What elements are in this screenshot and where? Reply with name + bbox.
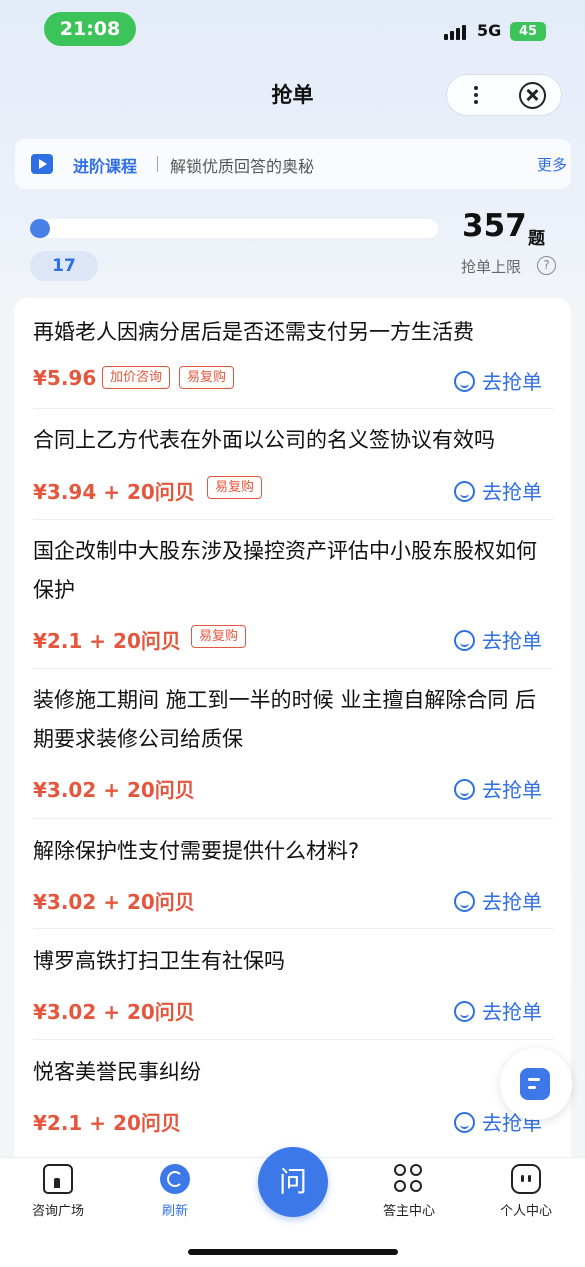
grab-label: 去抢单 bbox=[482, 480, 542, 504]
grab-progress-bar bbox=[30, 219, 438, 238]
grab-limit-value: 357 bbox=[462, 208, 527, 244]
question-text[interactable]: 博罗高铁打扫卫生有社保吗 bbox=[33, 942, 553, 981]
smile-icon bbox=[454, 1001, 475, 1022]
course-label: 进阶课程 bbox=[73, 157, 138, 176]
tag-group: 易复购 bbox=[207, 476, 271, 499]
grab-order-button[interactable]: 去抢单 bbox=[454, 625, 542, 654]
signal-icon bbox=[444, 24, 470, 40]
tab-refresh[interactable]: 刷新 bbox=[130, 1164, 220, 1219]
network-type: 5G bbox=[477, 21, 502, 40]
tag-badge: 易复购 bbox=[191, 625, 247, 648]
chat-face-icon bbox=[511, 1164, 541, 1194]
question-text[interactable]: 国企改制中大股东涉及操控资产评估中小股东股权如何保护 bbox=[33, 532, 553, 610]
tag-badge: 易复购 bbox=[179, 366, 235, 389]
question-text[interactable]: 装修施工期间 施工到一半的时候 业主擅自解除合同 后期要求装修公司给质保 bbox=[33, 681, 553, 759]
grab-order-button[interactable]: 去抢单 bbox=[454, 774, 542, 803]
grab-label: 去抢单 bbox=[482, 778, 542, 802]
grab-limit-unit: 题 bbox=[528, 229, 545, 249]
tag-group: 加价咨询 易复购 bbox=[102, 366, 243, 389]
divider bbox=[33, 519, 553, 520]
grab-progress-fill bbox=[30, 219, 50, 238]
price-text: ¥3.02 + 20问贝 bbox=[33, 890, 195, 914]
smile-icon bbox=[454, 891, 475, 912]
tag-group: 易复购 bbox=[191, 625, 255, 648]
tag-badge: 易复购 bbox=[207, 476, 263, 499]
video-play-icon bbox=[31, 154, 53, 174]
grab-order-button[interactable]: 去抢单 bbox=[454, 996, 542, 1025]
divider bbox=[33, 408, 553, 409]
price-text: ¥2.1 + 20问贝 bbox=[33, 1111, 181, 1135]
price-text: ¥3.02 + 20问贝 bbox=[33, 1000, 195, 1024]
price-text: ¥2.1 + 20问贝 bbox=[33, 629, 181, 653]
grab-order-button[interactable]: 去抢单 bbox=[454, 476, 542, 505]
refresh-icon bbox=[160, 1164, 190, 1194]
banner-more-link[interactable]: 更多 bbox=[537, 154, 567, 175]
smile-icon bbox=[454, 1112, 475, 1133]
status-time: 21:08 bbox=[44, 12, 136, 46]
divider bbox=[33, 1039, 553, 1040]
close-icon[interactable] bbox=[519, 82, 546, 109]
smile-icon bbox=[454, 630, 475, 651]
smile-icon bbox=[454, 481, 475, 502]
question-text[interactable]: 再婚老人因病分居后是否还需支付另一方生活费 bbox=[33, 313, 553, 352]
question-text[interactable]: 悦客美誉民事纠纷 bbox=[33, 1053, 553, 1092]
order-list: 再婚老人因病分居后是否还需支付另一方生活费 ¥5.96 加价咨询 易复购 去抢单 … bbox=[14, 298, 571, 1158]
divider bbox=[33, 668, 553, 669]
grab-label: 去抢单 bbox=[482, 890, 542, 914]
grab-label: 去抢单 bbox=[482, 370, 542, 394]
tab-label: 个人中心 bbox=[499, 1204, 552, 1219]
floating-assistant-button[interactable] bbox=[500, 1048, 572, 1120]
home-icon bbox=[43, 1164, 73, 1194]
help-icon[interactable]: ? bbox=[537, 256, 556, 275]
tab-label: 刷新 bbox=[161, 1204, 188, 1219]
ask-button[interactable]: 问 bbox=[258, 1147, 328, 1217]
battery-icon: 45 bbox=[510, 22, 546, 41]
smile-icon bbox=[454, 371, 475, 392]
more-menu-button[interactable] bbox=[447, 75, 505, 115]
grab-limit-label: 抢单上限 bbox=[461, 258, 522, 276]
banner-divider bbox=[157, 156, 158, 172]
tab-label: 答主中心 bbox=[382, 1204, 435, 1219]
price-text: ¥5.96 bbox=[33, 366, 97, 390]
status-bar: 21:08 5G 45 bbox=[0, 0, 585, 60]
document-icon bbox=[520, 1068, 550, 1100]
divider bbox=[33, 928, 553, 929]
course-banner[interactable]: 进阶课程 解锁优质回答的奥秘 更多 bbox=[15, 139, 571, 189]
grab-label: 去抢单 bbox=[482, 629, 542, 653]
price-text: ¥3.02 + 20问贝 bbox=[33, 778, 195, 802]
tab-label: 咨询广场 bbox=[31, 1204, 84, 1219]
mini-program-capsule bbox=[446, 74, 562, 116]
course-description: 解锁优质回答的奥秘 bbox=[170, 157, 315, 176]
grab-order-button[interactable]: 去抢单 bbox=[454, 366, 542, 395]
tab-answerer-center[interactable]: 答主中心 bbox=[364, 1164, 454, 1219]
tag-badge: 加价咨询 bbox=[102, 366, 171, 389]
question-text[interactable]: 合同上乙方代表在外面以公司的名义签协议有效吗 bbox=[33, 421, 553, 460]
grab-label: 去抢单 bbox=[482, 1000, 542, 1024]
grabbed-count: 17 bbox=[30, 251, 98, 281]
grid-icon bbox=[394, 1164, 424, 1194]
home-indicator bbox=[188, 1249, 398, 1255]
tab-mine[interactable]: 个人中心 bbox=[481, 1164, 571, 1219]
tab-consult[interactable]: 咨询广场 bbox=[13, 1164, 103, 1219]
price-text: ¥3.94 + 20问贝 bbox=[33, 480, 195, 504]
question-text[interactable]: 解除保护性支付需要提供什么材料? bbox=[33, 832, 553, 871]
grab-order-button[interactable]: 去抢单 bbox=[454, 886, 542, 915]
smile-icon bbox=[454, 779, 475, 800]
divider bbox=[33, 818, 553, 819]
